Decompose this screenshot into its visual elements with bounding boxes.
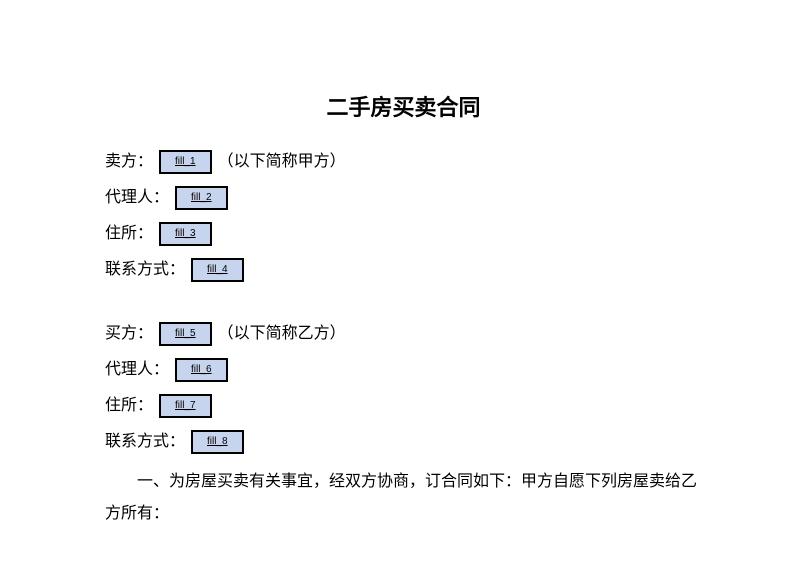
seller-address-row: 住所： fill_3 bbox=[105, 222, 702, 246]
buyer-name-suffix: （以下简称乙方） bbox=[218, 322, 346, 346]
fill-placeholder: fill_7 bbox=[175, 394, 196, 418]
seller-contact-label: 联系方式： bbox=[105, 258, 185, 282]
buyer-contact-row: 联系方式： fill_8 bbox=[105, 430, 702, 454]
buyer-address-field[interactable]: fill_7 bbox=[159, 394, 212, 418]
seller-name-row: 卖方： fill_1 （以下简称甲方） bbox=[105, 150, 702, 174]
seller-name-label: 卖方： bbox=[105, 150, 153, 174]
seller-agent-row: 代理人： fill_2 bbox=[105, 186, 702, 210]
seller-address-field[interactable]: fill_3 bbox=[159, 222, 212, 246]
fill-placeholder: fill_8 bbox=[207, 430, 228, 454]
fill-placeholder: fill_5 bbox=[175, 322, 196, 346]
seller-name-suffix: （以下简称甲方） bbox=[218, 150, 346, 174]
seller-agent-field[interactable]: fill_2 bbox=[175, 186, 228, 210]
seller-contact-row: 联系方式： fill_4 bbox=[105, 258, 702, 282]
seller-agent-label: 代理人： bbox=[105, 186, 169, 210]
buyer-contact-label: 联系方式： bbox=[105, 430, 185, 454]
fill-placeholder: fill_2 bbox=[191, 186, 212, 210]
fill-placeholder: fill_4 bbox=[207, 258, 228, 282]
document-title: 二手房买卖合同 bbox=[105, 90, 702, 122]
buyer-name-row: 买方： fill_5 （以下简称乙方） bbox=[105, 322, 702, 346]
buyer-address-row: 住所： fill_7 bbox=[105, 394, 702, 418]
seller-name-field[interactable]: fill_1 bbox=[159, 150, 212, 174]
seller-address-label: 住所： bbox=[105, 222, 153, 246]
buyer-name-label: 买方： bbox=[105, 322, 153, 346]
buyer-address-label: 住所： bbox=[105, 394, 153, 418]
buyer-contact-field[interactable]: fill_8 bbox=[191, 430, 244, 454]
buyer-agent-field[interactable]: fill_6 bbox=[175, 358, 228, 382]
fill-placeholder: fill_3 bbox=[175, 222, 196, 246]
buyer-agent-label: 代理人： bbox=[105, 358, 169, 382]
fill-placeholder: fill_6 bbox=[191, 358, 212, 382]
document-page: 二手房买卖合同 卖方： fill_1 （以下简称甲方） 代理人： fill_2 … bbox=[0, 0, 807, 530]
fill-placeholder: fill_1 bbox=[175, 150, 196, 174]
section-gap bbox=[105, 294, 702, 322]
clause-1: 一、为房屋买卖有关事宜，经双方协商，订合同如下：甲方自愿下列房屋卖给乙方所有： bbox=[105, 466, 702, 530]
buyer-agent-row: 代理人： fill_6 bbox=[105, 358, 702, 382]
buyer-name-field[interactable]: fill_5 bbox=[159, 322, 212, 346]
seller-contact-field[interactable]: fill_4 bbox=[191, 258, 244, 282]
